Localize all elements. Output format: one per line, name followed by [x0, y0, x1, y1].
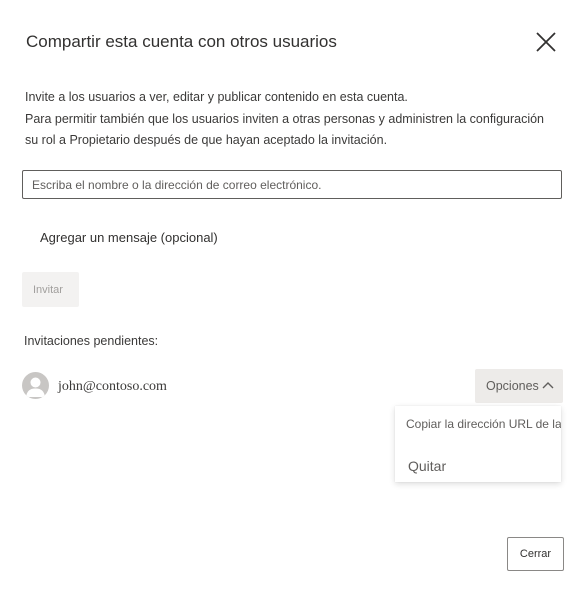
description-line-3: su rol a Propietario después de que haya…	[25, 133, 388, 147]
share-account-dialog: Compartir esta cuenta con otros usuarios…	[0, 0, 582, 594]
copy-invitation-url-menu-item[interactable]: Copiar la dirección URL de la invitación	[406, 417, 561, 431]
pending-invitation-email: john@contoso.com	[58, 379, 167, 394]
options-button[interactable]: Opciones	[475, 369, 563, 403]
dialog-description: Invite a los usuarios a ver, editar y pu…	[25, 87, 544, 152]
person-avatar-icon	[22, 372, 49, 399]
chevron-up-icon	[542, 382, 554, 389]
invite-button[interactable]: Invitar	[22, 272, 79, 307]
close-dialog-button[interactable]	[534, 30, 558, 54]
close-button[interactable]: Cerrar	[507, 537, 564, 571]
dialog-title: Compartir esta cuenta con otros usuarios	[26, 32, 337, 51]
description-line-1: Invite a los usuarios a ver, editar y pu…	[25, 90, 408, 104]
options-menu: Copiar la dirección URL de la invitación…	[395, 406, 561, 482]
options-button-label: Opciones	[486, 379, 539, 393]
remove-invitation-menu-item[interactable]: Quitar	[408, 458, 561, 474]
add-message-link[interactable]: Agregar un mensaje (opcional)	[40, 230, 218, 245]
close-icon	[536, 32, 556, 52]
invite-email-input[interactable]	[22, 170, 562, 199]
pending-invitations-label: Invitaciones pendientes:	[24, 334, 159, 348]
description-line-2: Para permitir también que los usuarios i…	[25, 111, 545, 126]
